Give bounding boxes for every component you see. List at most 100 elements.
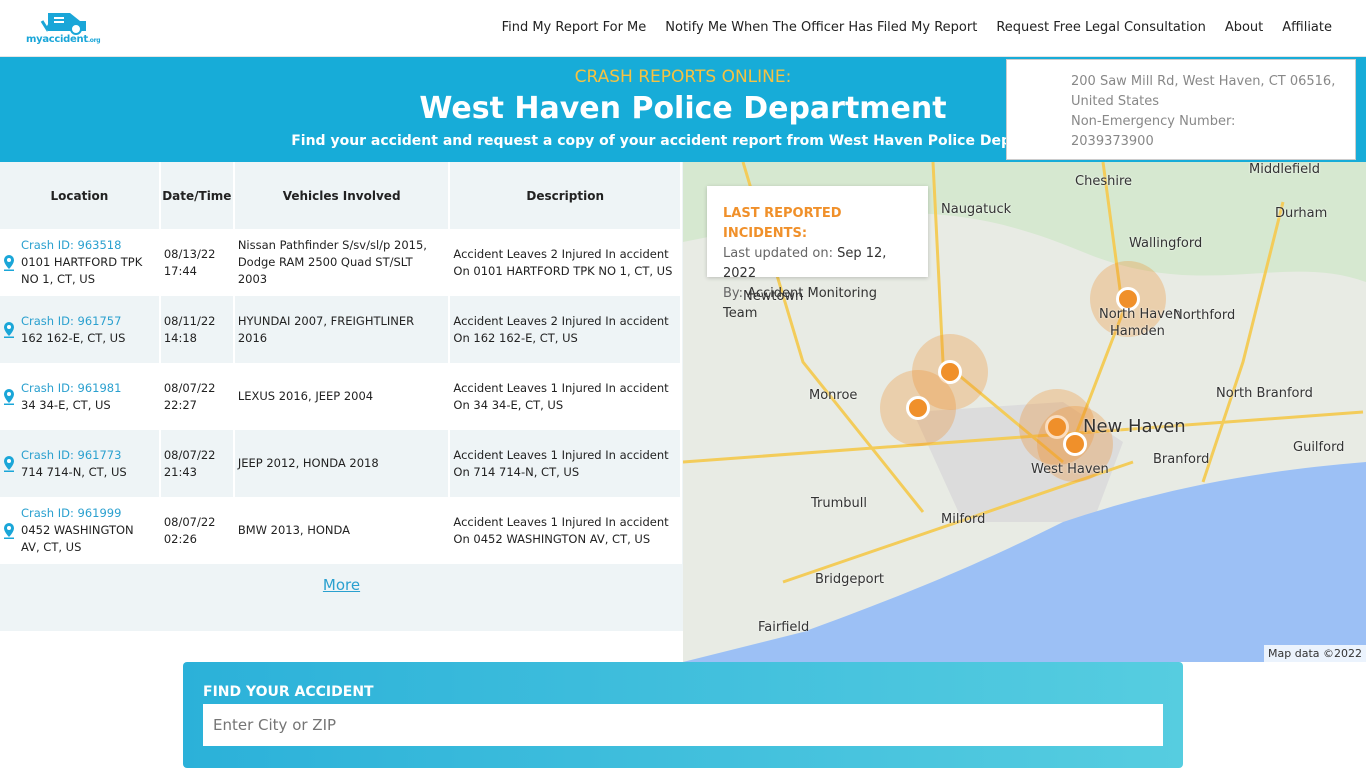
location-pin-icon [4, 321, 14, 338]
main-nav: Find My Report For Me Notify Me When The… [502, 20, 1332, 35]
map-place-label: Wallingford [1129, 236, 1203, 251]
location-pin-icon [4, 522, 14, 539]
vehicles-cell: HYUNDAI 2007, FREIGHTLINER 2016 [233, 296, 451, 363]
map-place-label: Guilford [1293, 440, 1345, 455]
map-place-label: North Haven [1099, 307, 1182, 322]
map-place-label: Naugatuck [941, 202, 1012, 217]
date: 08/07/22 [163, 514, 216, 529]
vehicles-cell: LEXUS 2016, JEEP 2004 [233, 363, 451, 430]
crash-id-link[interactable]: Crash ID: 961999 [21, 505, 156, 522]
phone-label: Non-Emergency Number: [1071, 114, 1236, 129]
datetime-cell: 08/07/22 21:43 [159, 430, 235, 497]
location-pin-icon [4, 388, 14, 405]
location-pin-icon [4, 455, 14, 472]
crash-table: Location Date/Time Vehicles Involved Des… [0, 162, 682, 564]
map-place-label: Northford [1173, 308, 1236, 323]
location-text: 0101 HARTFORD TPK NO 1, CT, US [21, 255, 143, 286]
description-cell: Accident Leaves 1 Injured In accident On… [449, 430, 682, 497]
crash-id-link[interactable]: Crash ID: 963518 [21, 237, 156, 254]
location-cell: Crash ID: 961757 162 162-E, CT, US [0, 296, 161, 363]
date: 08/11/22 [163, 313, 216, 328]
incident-map[interactable]: Cheshire Middlefield Naugatuck Durham Wallin… [683, 162, 1366, 662]
vehicles-cell: JEEP 2012, HONDA 2018 [233, 430, 451, 497]
logo[interactable]: myaccident.org [26, 9, 106, 49]
map-place-label: North Branford [1216, 386, 1313, 401]
map-attribution[interactable]: Map data ©2022 [1264, 645, 1366, 662]
table-row[interactable]: Crash ID: 961999 0452 WASHINGTON AV, CT, … [0, 497, 682, 564]
map-place-label: Branford [1153, 452, 1210, 467]
location-text: 0452 WASHINGTON AV, CT, US [21, 523, 134, 554]
phone-number[interactable]: 2039373900 [1071, 132, 1355, 152]
map-place-label: West Haven [1031, 462, 1109, 477]
by-label: By: [723, 286, 744, 301]
location-text: 34 34-E, CT, US [21, 397, 111, 412]
datetime-cell: 08/07/22 22:27 [159, 363, 235, 430]
location-text: 714 714-N, CT, US [21, 464, 127, 479]
incident-marker[interactable] [880, 370, 956, 446]
map-place-label: Middlefield [1249, 162, 1320, 177]
datetime-cell: 08/13/22 17:44 [159, 229, 235, 296]
vehicles-cell: BMW 2013, HONDA [233, 497, 451, 564]
date: 08/07/22 [163, 447, 216, 462]
header: myaccident.org Find My Report For Me Not… [0, 0, 1366, 57]
col-vehicles: Vehicles Involved [233, 162, 451, 229]
logo-text: myaccident.org [26, 34, 101, 45]
nav-about[interactable]: About [1225, 20, 1263, 35]
nav-find-my-report[interactable]: Find My Report For Me [502, 20, 647, 35]
incidents-info-box: LAST REPORTED INCIDENTS: Last updated on… [707, 186, 928, 321]
description-cell: Accident Leaves 2 Injured In accident On… [449, 296, 682, 363]
location-cell: Crash ID: 963518 0101 HARTFORD TPK NO 1, … [0, 229, 161, 296]
crash-id-link[interactable]: Crash ID: 961981 [21, 380, 121, 397]
description-cell: Accident Leaves 1 Injured In accident On… [449, 363, 682, 430]
crash-id-link[interactable]: Crash ID: 961773 [21, 447, 127, 464]
datetime-cell: 08/07/22 02:26 [159, 497, 235, 564]
car-report-icon [40, 13, 86, 35]
location-text: 162 162-E, CT, US [21, 330, 126, 345]
time: 22:27 [163, 397, 197, 412]
crash-table-section: Location Date/Time Vehicles Involved Des… [0, 162, 683, 631]
vehicles-cell: Nissan Pathfinder S/sv/sl/p 2015, Dodge … [233, 229, 451, 296]
crash-id-link[interactable]: Crash ID: 961757 [21, 313, 125, 330]
time: 14:18 [163, 330, 197, 345]
by-team: Accident Monitoring Team [723, 286, 877, 321]
time: 17:44 [163, 263, 197, 278]
time: 02:26 [163, 531, 197, 546]
location-cell: Crash ID: 961981 34 34-E, CT, US [0, 363, 161, 430]
nav-legal-consultation[interactable]: Request Free Legal Consultation [996, 20, 1206, 35]
address-card: 200 Saw Mill Rd, West Haven, CT 06516, U… [1006, 59, 1356, 160]
map-place-label: Fairfield [758, 620, 810, 635]
col-description: Description [449, 162, 682, 229]
col-location: Location [0, 162, 161, 229]
info-title: LAST REPORTED INCIDENTS: [723, 206, 842, 241]
location-pin-icon [4, 254, 14, 271]
date: 08/07/22 [163, 380, 216, 395]
description-cell: Accident Leaves 1 Injured In accident On… [449, 497, 682, 564]
table-row[interactable]: Crash ID: 961757 162 162-E, CT, US 08/11/… [0, 296, 682, 363]
nav-affiliate[interactable]: Affiliate [1282, 20, 1332, 35]
location-cell: Crash ID: 961999 0452 WASHINGTON AV, CT, … [0, 497, 161, 564]
find-label: FIND YOUR ACCIDENT [203, 684, 374, 700]
city-zip-input[interactable] [203, 704, 1163, 746]
map-place-label: Cheshire [1075, 174, 1132, 189]
nav-notify-me[interactable]: Notify Me When The Officer Has Filed My … [665, 20, 977, 35]
datetime-cell: 08/11/22 14:18 [159, 296, 235, 363]
map-place-label: Trumbull [811, 496, 867, 511]
location-cell: Crash ID: 961773 714 714-N, CT, US [0, 430, 161, 497]
table-row[interactable]: Crash ID: 961773 714 714-N, CT, US 08/07/… [0, 430, 682, 497]
find-accident-panel: FIND YOUR ACCIDENT [183, 662, 1183, 768]
map-place-label: New Haven [1083, 416, 1186, 437]
updated-label: Last updated on: [723, 246, 833, 261]
map-place-label: Bridgeport [815, 572, 885, 587]
more-link[interactable]: More [0, 576, 683, 594]
col-datetime: Date/Time [159, 162, 235, 229]
address-country: United States [1071, 94, 1160, 109]
address-line: 200 Saw Mill Rd, West Haven, CT 06516, [1071, 74, 1336, 89]
map-place-label: Durham [1275, 206, 1328, 221]
date: 08/13/22 [163, 246, 216, 261]
map-place-label: Milford [941, 512, 986, 527]
map-place-label: Monroe [809, 388, 858, 403]
table-row[interactable]: Crash ID: 961981 34 34-E, CT, US 08/07/22… [0, 363, 682, 430]
description-cell: Accident Leaves 2 Injured In accident On… [449, 229, 682, 296]
table-row[interactable]: Crash ID: 963518 0101 HARTFORD TPK NO 1, … [0, 229, 682, 296]
time: 21:43 [163, 464, 197, 479]
